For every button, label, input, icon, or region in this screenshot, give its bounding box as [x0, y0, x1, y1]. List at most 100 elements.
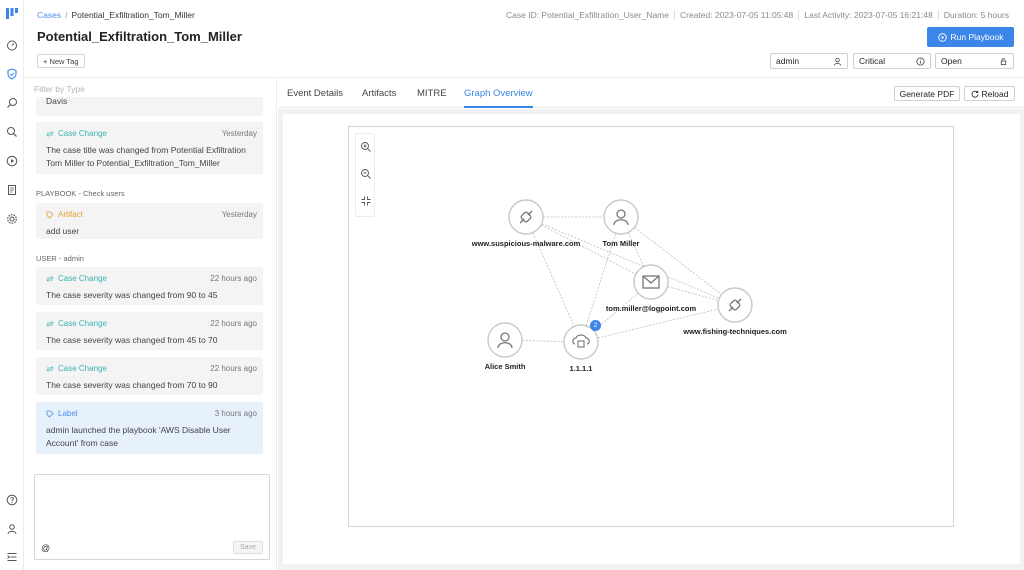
zoom-in-icon[interactable] [360, 141, 372, 153]
breadcrumb-cases-link[interactable]: Cases [37, 10, 61, 20]
generate-pdf-button[interactable]: Generate PDF [894, 86, 960, 101]
help-icon[interactable] [5, 493, 19, 507]
reload-button[interactable]: Reload [964, 86, 1015, 101]
activity-card: Case Change 22 hours ago The case severi… [36, 357, 263, 395]
activity-group-header: USER - admin [36, 254, 84, 263]
logo-icon [6, 8, 18, 19]
tab-mitre[interactable]: MITRE [417, 88, 447, 99]
activity-type-label: Case Change [58, 274, 107, 283]
zoom-out-icon[interactable] [360, 168, 372, 180]
tab-event-details[interactable]: Event Details [287, 88, 343, 99]
investigate-icon[interactable] [5, 96, 19, 110]
activity-type: Label [46, 409, 78, 418]
graph-canvas: www.suspicious-malware.com Tom Miller tom.… [283, 114, 1020, 564]
save-comment-button[interactable]: Save [233, 541, 263, 554]
graph-node-label: www.suspicious-malware.com [471, 239, 581, 248]
activity-panel: Filter by Type Davis Case Change Yesterd… [24, 79, 277, 570]
assignee-select[interactable]: admin [770, 53, 848, 69]
tab-graph-overview[interactable]: Graph Overview [464, 88, 533, 99]
info-icon [916, 56, 925, 66]
cases-shield-icon[interactable] [5, 67, 19, 81]
activity-feed[interactable]: Davis Case Change Yesterday The case tit… [24, 97, 277, 467]
graph-overview[interactable]: www.suspicious-malware.com Tom Miller tom.… [348, 126, 954, 527]
user-icon [833, 57, 842, 66]
activity-type: Case Change [46, 319, 107, 328]
dashboard-icon[interactable] [5, 38, 19, 52]
graph-node-user-icon[interactable] [603, 199, 639, 235]
fit-screen-icon[interactable] [360, 195, 372, 207]
case-last-activity: Last Activity: 2023-07-05 16:21:48 [798, 10, 938, 20]
activity-card: Label 3 hours ago admin launched the pla… [36, 402, 263, 454]
main-content: Event Details Artifacts MITRE Graph Over… [278, 79, 1024, 570]
settings-gear-icon[interactable] [5, 212, 19, 226]
left-rail [0, 0, 24, 570]
severity-select[interactable]: Critical [853, 53, 931, 69]
activity-card: Case Change 22 hours ago The case severi… [36, 267, 263, 305]
graph-node-label: tom.miller@logpoint.com [605, 304, 697, 313]
graph-node-label: Alice Smith [484, 362, 526, 371]
breadcrumb-current: Potential_Exfiltration_Tom_Miller [71, 10, 195, 20]
tab-bar: Event Details Artifacts MITRE Graph Over… [278, 79, 1024, 108]
graph-node-mail-icon[interactable] [633, 264, 669, 300]
activity-time: 22 hours ago [210, 274, 257, 283]
reload-icon [971, 90, 978, 98]
activity-text: add user [46, 226, 80, 236]
activity-text: admin launched the playbook 'AWS Disable… [46, 425, 231, 448]
activity-time: 22 hours ago [210, 319, 257, 328]
tab-artifacts[interactable]: Artifacts [362, 88, 396, 99]
activity-text: The case severity was changed from 90 to… [46, 290, 218, 300]
activity-type-label: Case Change [58, 129, 107, 138]
graph-node-label: www.fishing-techniques.com [683, 327, 787, 336]
graph-node-label: 1.1.1.1 [569, 364, 593, 373]
activity-time: Yesterday [221, 210, 257, 219]
activity-time: 3 hours ago [214, 409, 257, 418]
run-playbook-button[interactable]: Run Playbook [927, 27, 1014, 47]
activity-card: Artifact Yesterday add user [36, 203, 263, 239]
activity-type-label: Case Change [58, 364, 107, 373]
comment-input[interactable]: @ Save [34, 474, 270, 560]
activity-card-text: Davis [46, 97, 68, 106]
graph-svg [487, 199, 753, 360]
graph-edge [580, 216, 622, 343]
activity-time: 22 hours ago [210, 364, 257, 373]
play-circle-icon [937, 32, 947, 42]
breadcrumb: Cases / Potential_Exfiltration_Tom_Miller [37, 10, 195, 20]
graph-edge [525, 216, 582, 343]
activity-type: Case Change [46, 364, 107, 373]
activity-time: Yesterday [221, 129, 257, 138]
search-icon[interactable] [5, 125, 19, 139]
graph-node-link-icon[interactable] [508, 199, 544, 235]
activity-type: Artifact [46, 210, 83, 219]
page-title: Potential_Exfiltration_Tom_Miller [37, 29, 242, 44]
graph-node-count-badge: 2 [590, 320, 601, 331]
filter-by-type-input[interactable]: Filter by Type [34, 84, 85, 94]
breadcrumb-separator: / [65, 10, 68, 20]
activity-group-header: PLAYBOOK - Check users [36, 189, 125, 198]
case-meta: Case ID: Potential_Exfiltration_User_Nam… [501, 10, 1014, 20]
activity-type: Case Change [46, 129, 107, 138]
activity-type-label: Label [58, 409, 78, 418]
menu-collapse-icon[interactable] [5, 550, 19, 564]
activity-text: The case severity was changed from 70 to… [46, 380, 218, 390]
assignee-value: admin [776, 56, 800, 66]
playbooks-icon[interactable] [5, 154, 19, 168]
graph-area: www.suspicious-malware.com Tom Miller tom.… [278, 109, 1024, 570]
severity-value: Critical [859, 56, 885, 66]
case-duration: Duration: 5 hours [937, 10, 1014, 20]
run-playbook-label: Run Playbook [950, 32, 1004, 42]
activity-text: The case title was changed from Potentia… [46, 145, 246, 168]
graph-node-user-icon[interactable] [487, 322, 523, 358]
reports-icon[interactable] [5, 183, 19, 197]
user-profile-icon[interactable] [5, 522, 19, 536]
status-value: Open [941, 56, 962, 66]
activity-card: Case Change Yesterday The case title was… [36, 122, 263, 174]
status-select[interactable]: Open [935, 53, 1014, 69]
zoom-controls [355, 133, 375, 217]
activity-card: Case Change 22 hours ago The case severi… [36, 312, 263, 350]
graph-node-link-icon[interactable] [717, 287, 753, 323]
swap-icon [46, 275, 54, 282]
new-tag-button[interactable]: + New Tag [37, 54, 85, 68]
activity-type: Case Change [46, 274, 107, 283]
app-root: Cases / Potential_Exfiltration_Tom_Miller … [0, 0, 1024, 570]
graph-node-label: Tom Miller [602, 239, 640, 248]
